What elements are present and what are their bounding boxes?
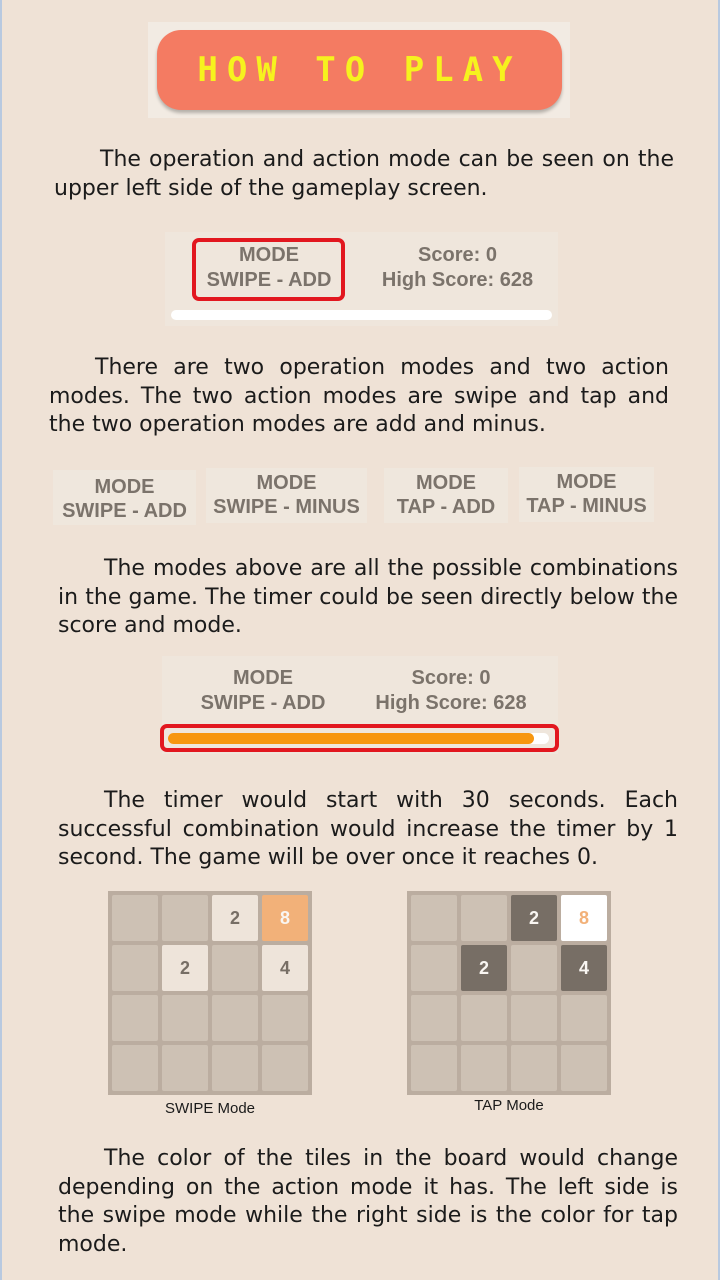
how-to-play-title: HOW TO PLAY — [157, 30, 562, 110]
mode-value: SWIPE - ADD — [200, 692, 326, 714]
paragraph-tile-colors: The color of the tiles in the board woul… — [58, 1146, 678, 1257]
empty-cell — [162, 995, 208, 1041]
empty-cell — [212, 995, 258, 1041]
tap-mode-board: 2824 — [407, 891, 611, 1095]
empty-cell — [411, 1045, 457, 1091]
mode-label: MODE — [233, 667, 293, 689]
tile-8: 8 — [561, 895, 607, 941]
tile-4: 4 — [262, 945, 308, 991]
tap-mode-caption: TAP Mode — [474, 1097, 544, 1114]
empty-cell — [511, 945, 557, 991]
mode-chip-value: TAP - MINUS — [526, 495, 647, 517]
mode-chip-swipe-add: MODE SWIPE - ADD — [53, 470, 196, 525]
tile-2: 2 — [162, 945, 208, 991]
score-text: Score: 0 — [411, 667, 491, 689]
empty-cell — [212, 1045, 258, 1091]
high-score-text: High Score: 628 — [375, 692, 527, 714]
empty-cell — [262, 995, 308, 1041]
tile-8: 8 — [262, 895, 308, 941]
empty-cell — [112, 945, 158, 991]
mode-chip-value: SWIPE - ADD — [62, 500, 187, 522]
paragraph-timer: The timer would start with 30 seconds. E… — [58, 788, 678, 870]
tile-4: 4 — [561, 945, 607, 991]
mode-value: SWIPE - ADD — [206, 269, 332, 291]
empty-cell — [561, 995, 607, 1041]
mode-chip-label: MODE — [416, 472, 476, 494]
swipe-mode-caption: SWIPE Mode — [164, 1100, 256, 1117]
timer-bar-fill — [168, 733, 534, 744]
mode-chip-label: MODE — [256, 472, 317, 494]
empty-cell — [411, 945, 457, 991]
mode-chip-swipe-minus: MODE SWIPE - MINUS — [206, 468, 367, 523]
tile-2: 2 — [461, 945, 507, 991]
empty-cell — [411, 995, 457, 1041]
empty-cell — [112, 1045, 158, 1091]
empty-cell — [511, 995, 557, 1041]
empty-cell — [461, 895, 507, 941]
left-border — [0, 0, 2, 1280]
mode-score-panel-example: MODE SWIPE - ADD Score: 0 High Score: 62… — [165, 232, 558, 326]
mode-chip-value: SWIPE - MINUS — [213, 496, 360, 518]
empty-cell — [461, 995, 507, 1041]
swipe-mode-board: 2824 — [108, 891, 312, 1095]
empty-cell — [561, 1045, 607, 1091]
empty-cell — [461, 1045, 507, 1091]
mode-chip-tap-add: MODE TAP - ADD — [384, 468, 508, 523]
high-score-text: High Score: 628 — [381, 269, 534, 291]
empty-cell — [112, 995, 158, 1041]
empty-cell — [262, 1045, 308, 1091]
empty-cell — [112, 895, 158, 941]
paragraph-modes: There are two operation modes and two ac… — [49, 355, 669, 437]
score-text: Score: 0 — [418, 244, 497, 266]
tile-2: 2 — [511, 895, 557, 941]
tile-2: 2 — [212, 895, 258, 941]
paragraph-operation-mode: The operation and action mode can be see… — [54, 147, 674, 201]
timer-bar-track — [168, 733, 549, 744]
mode-label: MODE — [239, 244, 299, 266]
empty-cell — [162, 895, 208, 941]
mode-chip-label: MODE — [94, 476, 155, 498]
mode-chip-value: TAP - ADD — [396, 496, 496, 518]
empty-cell — [511, 1045, 557, 1091]
mode-chip-tap-minus: MODE TAP - MINUS — [519, 467, 654, 522]
mode-chip-label: MODE — [556, 471, 617, 493]
timer-bar-empty — [171, 310, 552, 320]
empty-cell — [162, 1045, 208, 1091]
paragraph-combinations: The modes above are all the possible com… — [58, 556, 678, 638]
empty-cell — [411, 895, 457, 941]
empty-cell — [212, 945, 258, 991]
